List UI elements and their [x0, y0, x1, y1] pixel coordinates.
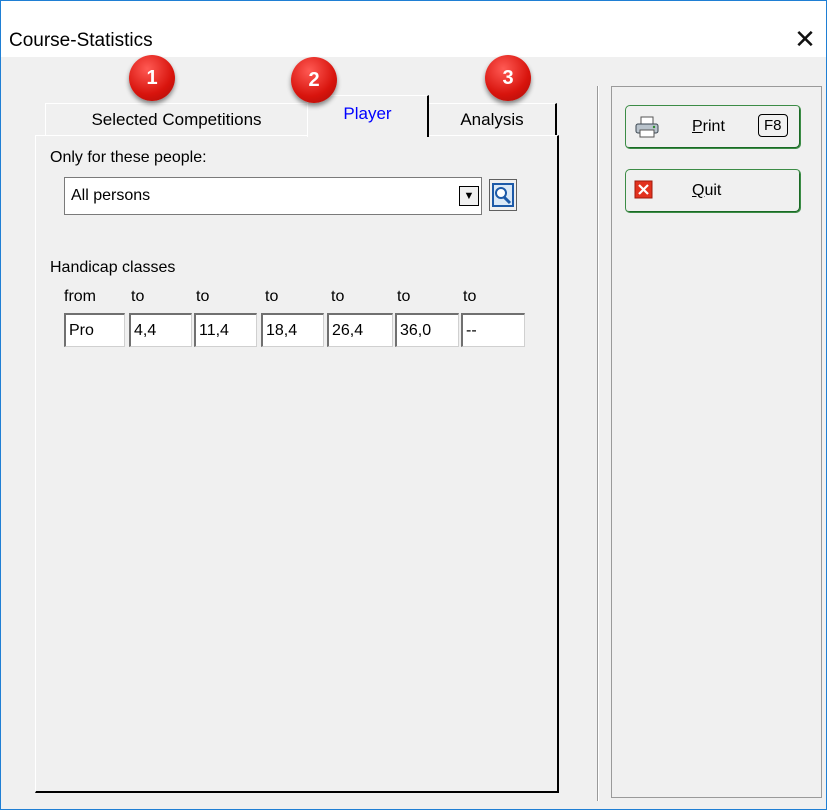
window-title: Course-Statistics	[9, 30, 153, 51]
tab-selected-competitions[interactable]: Selected Competitions	[45, 103, 307, 135]
print-label: Print	[692, 118, 725, 135]
column-header: to	[196, 288, 210, 305]
column-header: to	[463, 288, 477, 305]
tab-label: Selected Competitions	[91, 110, 262, 129]
handicap-from-field[interactable]: Pro	[64, 313, 125, 347]
handicap-to-field-5[interactable]: 36,0	[395, 313, 459, 347]
handicap-classes-label: Handicap classes	[50, 259, 176, 276]
people-select[interactable]: All persons ▼	[64, 177, 482, 215]
column-header: to	[265, 288, 279, 305]
people-select-value: All persons	[71, 187, 151, 204]
tab-analysis[interactable]: Analysis	[429, 103, 557, 135]
print-button[interactable]: Print F8	[625, 105, 801, 149]
close-red-icon	[634, 180, 653, 199]
handicap-to-field-4[interactable]: 26,4	[327, 313, 393, 347]
title-bar: Course-Statistics ✕	[1, 1, 826, 57]
tab-player[interactable]: Player	[307, 95, 429, 137]
player-tab-panel	[35, 135, 559, 793]
column-header: to	[397, 288, 411, 305]
badge-1: 1	[129, 55, 175, 101]
column-header: to	[131, 288, 145, 305]
tab-label: Analysis	[460, 110, 524, 129]
handicap-to-field-2[interactable]: 11,4	[194, 313, 257, 347]
print-shortcut-key: F8	[758, 114, 788, 137]
handicap-to-field-1[interactable]: 4,4	[129, 313, 192, 347]
quit-button[interactable]: Quit	[625, 169, 801, 213]
handicap-to-field-3[interactable]: 18,4	[261, 313, 324, 347]
handicap-to-field-6[interactable]: --	[461, 313, 525, 347]
close-icon[interactable]: ✕	[791, 25, 819, 53]
people-filter-label: Only for these people:	[50, 149, 207, 166]
course-statistics-window: Course-Statistics ✕ Selected Competition…	[0, 0, 827, 810]
badge-2: 2	[291, 57, 337, 103]
column-header: from	[64, 288, 96, 305]
badge-3: 3	[485, 55, 531, 101]
divider	[598, 86, 599, 801]
printer-icon	[635, 116, 659, 138]
search-person-button[interactable]	[489, 179, 517, 211]
chevron-down-icon[interactable]: ▼	[459, 186, 479, 206]
tab-label: Player	[343, 104, 392, 123]
quit-label: Quit	[692, 182, 722, 199]
magnifier-icon	[492, 183, 514, 207]
column-header: to	[331, 288, 345, 305]
